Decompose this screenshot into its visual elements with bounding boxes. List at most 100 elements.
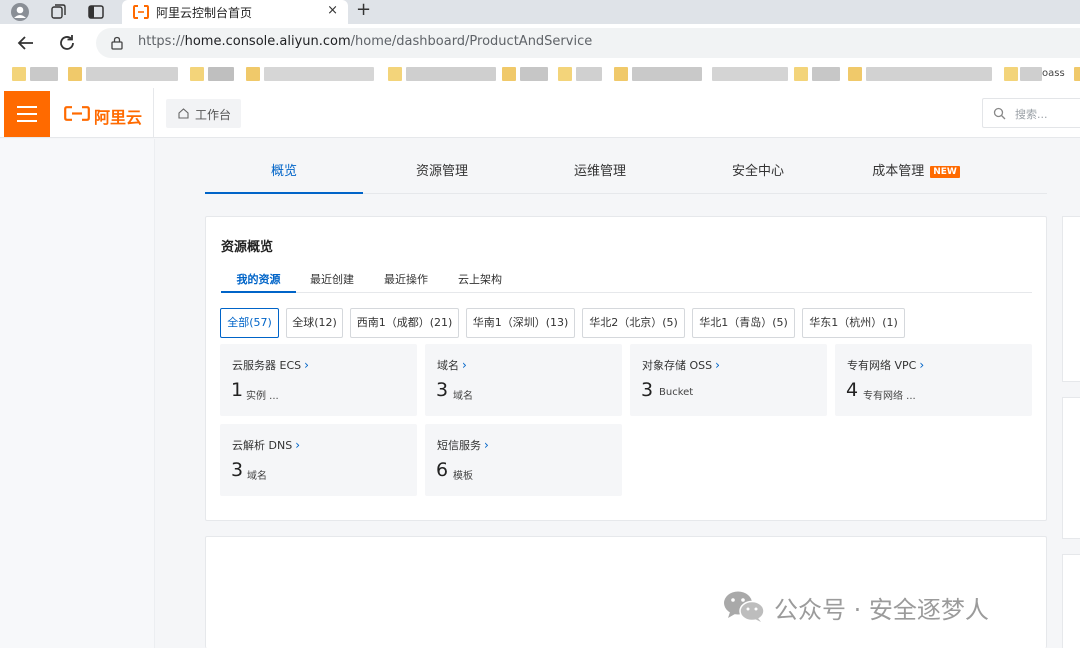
bookmark-label[interactable]: oass — [1042, 68, 1065, 79]
bookmark-item[interactable] — [190, 67, 204, 81]
workbench-label: 工作台 — [195, 108, 232, 122]
watermark-text: 公众号 · 安全逐梦人 — [774, 596, 989, 624]
refresh-icon[interactable] — [56, 32, 78, 54]
bookmark-item[interactable] — [30, 67, 58, 81]
right-side-card — [1062, 397, 1080, 539]
bookmark-item[interactable] — [520, 67, 548, 81]
region-chip-all[interactable]: 全部(57) — [220, 308, 279, 338]
menu-button[interactable] — [4, 91, 50, 137]
bookmark-item[interactable] — [1074, 67, 1080, 81]
product-tile-sms[interactable]: 短信服务 › 6 模板 — [425, 424, 622, 496]
region-chip-chengdu[interactable]: 西南1（成都）(21) — [350, 308, 459, 338]
tab-resource-management[interactable]: 资源管理 — [363, 152, 521, 194]
aliyun-logo-icon — [64, 106, 90, 121]
right-side-card — [1062, 216, 1080, 382]
bookmark-item[interactable] — [632, 67, 702, 81]
workbench-button[interactable]: 工作台 — [166, 99, 241, 128]
subtab-recently-created[interactable]: 最近创建 — [310, 271, 354, 293]
url-input[interactable]: https://home.console.aliyun.com/home/das… — [96, 28, 1080, 58]
bookmarks-bar: oass — [0, 62, 1080, 88]
product-tile-dns[interactable]: 云解析 DNS › 3 域名 — [220, 424, 417, 496]
new-tab-button[interactable]: + — [356, 0, 371, 20]
product-unit: 域名 — [453, 391, 473, 402]
bookmark-item[interactable] — [1004, 67, 1018, 81]
search-placeholder: 搜索... — [1015, 108, 1048, 121]
chevron-right-icon: › — [304, 358, 309, 372]
bookmark-item[interactable] — [712, 67, 788, 81]
left-sidebar — [0, 139, 155, 648]
bookmark-item[interactable] — [794, 67, 808, 81]
resource-overview-title: 资源概览 — [221, 240, 274, 255]
product-name: 域名 › — [437, 358, 467, 372]
region-chip-qingdao[interactable]: 华北1（青岛）(5) — [692, 308, 795, 338]
product-count: 3 — [641, 379, 654, 401]
region-chip-shenzhen[interactable]: 华南1（深圳）(13) — [466, 308, 575, 338]
tab-actions-icon[interactable] — [86, 2, 106, 22]
product-unit: 域名 — [247, 471, 267, 482]
bookmark-item[interactable] — [558, 67, 572, 81]
wechat-icon — [724, 591, 765, 622]
url-text: https://home.console.aliyun.com/home/das… — [138, 34, 593, 49]
product-count: 4 — [846, 379, 859, 401]
product-unit: 专有网络 ... — [863, 391, 916, 402]
aliyun-favicon-icon — [133, 5, 149, 19]
right-side-card — [1062, 554, 1080, 648]
product-name: 对象存储 OSS › — [642, 358, 720, 372]
bookmark-item[interactable] — [812, 67, 840, 81]
back-arrow-icon[interactable] — [15, 32, 37, 54]
browser-tab-bar: 阿里云控制台首页 × + — [0, 0, 1080, 24]
product-unit: Bucket — [659, 387, 694, 398]
product-tile-vpc[interactable]: 专有网络 VPC › 4 专有网络 ... — [835, 344, 1032, 416]
bookmark-item[interactable] — [208, 67, 234, 81]
chevron-right-icon: › — [462, 358, 467, 372]
bookmark-item[interactable] — [388, 67, 402, 81]
bookmark-item[interactable] — [246, 67, 260, 81]
subtab-recent-operations[interactable]: 最近操作 — [384, 271, 428, 293]
browser-tab-active[interactable]: 阿里云控制台首页 × — [122, 0, 348, 24]
bookmark-item[interactable] — [1020, 67, 1042, 81]
collections-icon[interactable] — [48, 2, 68, 22]
bookmark-item[interactable] — [576, 67, 602, 81]
bookmark-item[interactable] — [264, 67, 374, 81]
console-header: 阿里云 工作台 搜索... — [0, 88, 1080, 138]
tab-cost-management[interactable]: 成本管理 NEW — [837, 152, 995, 194]
lock-icon[interactable] — [110, 36, 124, 50]
product-name: 短信服务 › — [437, 438, 489, 452]
product-name: 云解析 DNS › — [232, 438, 300, 452]
logo-text: 阿里云 — [94, 108, 143, 127]
resource-overview-card: 资源概览 我的资源 最近创建 最近操作 云上架构 全部(57) 全球(12) 西… — [205, 216, 1047, 521]
product-count: 3 — [231, 459, 244, 481]
bookmark-item[interactable] — [502, 67, 516, 81]
bookmark-item[interactable] — [406, 67, 496, 81]
bookmark-item[interactable] — [614, 67, 628, 81]
close-tab-icon[interactable]: × — [327, 3, 338, 18]
region-chip-hangzhou[interactable]: 华东1（杭州）(1) — [802, 308, 905, 338]
product-unit: 实例 ... — [246, 391, 279, 402]
region-chip-beijing[interactable]: 华北2（北京）(5) — [582, 308, 685, 338]
subtab-cloud-architecture[interactable]: 云上架构 — [458, 271, 502, 293]
tab-operations[interactable]: 运维管理 — [521, 152, 679, 194]
product-tile-domain[interactable]: 域名 › 3 域名 — [425, 344, 622, 416]
search-input[interactable]: 搜索... — [982, 98, 1080, 128]
bookmark-item[interactable] — [866, 67, 992, 81]
tab-security-center[interactable]: 安全中心 — [679, 152, 837, 194]
bookmark-item[interactable] — [86, 67, 178, 81]
header-divider — [153, 88, 154, 138]
search-icon — [993, 107, 1006, 120]
tab-overview[interactable]: 概览 — [205, 152, 363, 194]
main-tabs: 概览 资源管理 运维管理 安全中心 成本管理 NEW — [205, 152, 1047, 194]
product-name: 专有网络 VPC › — [847, 358, 925, 372]
hamburger-icon — [17, 113, 37, 115]
bookmark-item[interactable] — [848, 67, 862, 81]
aliyun-logo[interactable]: 阿里云 — [62, 104, 142, 127]
profile-icon[interactable] — [10, 2, 30, 22]
bookmark-item[interactable] — [12, 67, 26, 81]
subtab-my-resources[interactable]: 我的资源 — [221, 271, 296, 293]
product-count: 6 — [436, 459, 449, 481]
product-tile-ecs[interactable]: 云服务器 ECS › 1 实例 ... — [220, 344, 417, 416]
region-chip-global[interactable]: 全球(12) — [286, 308, 343, 338]
bookmark-item[interactable] — [68, 67, 82, 81]
product-tile-oss[interactable]: 对象存储 OSS › 3 Bucket — [630, 344, 827, 416]
browser-tab-title: 阿里云控制台首页 — [156, 6, 253, 20]
product-name: 云服务器 ECS › — [232, 358, 309, 372]
